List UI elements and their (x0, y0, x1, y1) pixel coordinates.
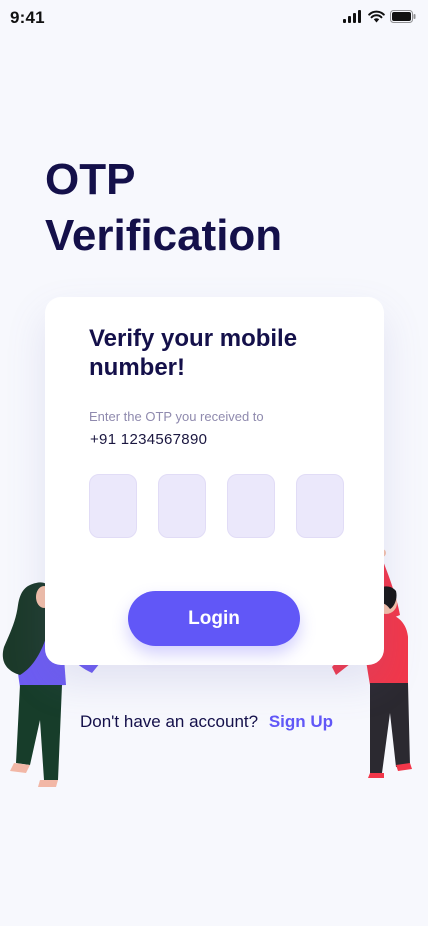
page-title-line-2: Verification (45, 211, 283, 260)
signup-link[interactable]: Sign Up (269, 712, 333, 731)
verification-card: Verify your mobile number! Enter the OTP… (45, 297, 384, 665)
signal-icon (343, 10, 361, 23)
otp-hint-text: Enter the OTP you received to (89, 409, 264, 424)
card-heading: Verify your mobile number! (89, 325, 298, 381)
otp-input-group (89, 474, 344, 538)
page-title: OTP Verification (45, 152, 385, 264)
login-button[interactable]: Login (128, 591, 300, 646)
page-title-line-1: OTP (45, 155, 136, 204)
signup-prompt: Don't have an account? (80, 712, 259, 731)
signup-row: Don't have an account? Sign Up (80, 712, 333, 732)
status-icons (343, 10, 416, 23)
status-bar: 9:41 (0, 0, 428, 36)
otp-digit-2[interactable] (158, 474, 206, 538)
status-time: 9:41 (10, 8, 45, 27)
battery-icon (390, 10, 416, 23)
otp-digit-4[interactable] (296, 474, 344, 538)
otp-digit-3[interactable] (227, 474, 275, 538)
phone-number: +91 1234567890 (90, 431, 208, 448)
otp-digit-1[interactable] (89, 474, 137, 538)
wifi-icon (368, 10, 385, 23)
